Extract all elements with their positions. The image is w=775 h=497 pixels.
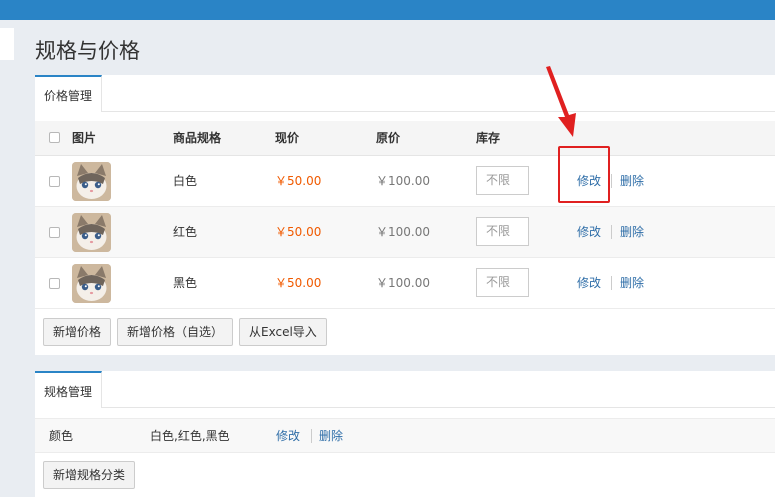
add-spec-category-button[interactable]: 新增规格分类	[43, 461, 136, 489]
row-current-price: ￥50.00	[275, 174, 322, 188]
row-checkbox[interactable]	[49, 227, 60, 238]
row-checkbox[interactable]	[49, 176, 60, 187]
spec-tabbar: 规格管理	[35, 371, 775, 408]
spec-row: 颜色 白色,红色,黑色 修改 删除	[35, 418, 775, 453]
row-spec: 白色	[173, 174, 198, 188]
price-tabbar: 价格管理	[35, 75, 775, 112]
cat-photo-icon	[72, 264, 111, 303]
select-all-checkbox[interactable]	[49, 132, 60, 143]
stock-input[interactable]: 不限	[476, 217, 529, 246]
stock-input[interactable]: 不限	[476, 268, 529, 297]
row-spec: 红色	[173, 225, 198, 239]
row-checkbox[interactable]	[49, 278, 60, 289]
price-table-header: 图片 商品规格 现价 原价 库存	[35, 121, 775, 156]
spec-edit-link[interactable]: 修改	[276, 419, 300, 453]
import-excel-button[interactable]: 从Excel导入	[239, 318, 327, 346]
spec-values: 白色,红色,黑色	[150, 429, 230, 443]
edit-link[interactable]: 修改	[577, 207, 601, 257]
cat-photo-icon	[72, 162, 111, 201]
column-header-stock: 库存	[476, 131, 501, 145]
row-current-price: ￥50.00	[275, 225, 322, 239]
column-header-spec: 商品规格	[173, 131, 222, 145]
column-header-current-price: 现价	[275, 131, 300, 145]
add-price-custom-button[interactable]: 新增价格（自选）	[117, 318, 234, 346]
stock-input[interactable]: 不限	[476, 166, 529, 195]
edit-highlight-box	[558, 146, 610, 203]
top-bar	[0, 0, 775, 20]
spec-management-panel: 规格管理 颜色 白色,红色,黑色 修改 删除 新增规格分类	[35, 371, 775, 497]
add-price-button[interactable]: 新增价格	[43, 318, 112, 346]
column-header-image: 图片	[72, 131, 97, 145]
spec-delete-link[interactable]: 删除	[319, 419, 343, 453]
row-original-price: ￥100.00	[376, 276, 430, 290]
tab-spec-management[interactable]: 规格管理	[35, 371, 103, 408]
link-divider	[311, 429, 312, 443]
delete-link[interactable]: 删除	[620, 207, 644, 257]
page-title: 规格与价格	[35, 39, 140, 63]
row-original-price: ￥100.00	[376, 225, 430, 239]
table-row: 黑色 ￥50.00 ￥100.00 不限 修改 删除	[35, 258, 775, 309]
edit-link[interactable]: 修改	[577, 258, 601, 308]
link-divider	[611, 225, 612, 239]
column-header-original-price: 原价	[376, 131, 401, 145]
table-row: 白色 ￥50.00 ￥100.00 不限 修改 删除	[35, 156, 775, 207]
delete-link[interactable]: 删除	[620, 258, 644, 308]
red-arrow-icon	[546, 66, 576, 137]
table-row: 红色 ￥50.00 ￥100.00 不限 修改 删除	[35, 207, 775, 258]
cat-photo-icon	[72, 213, 111, 252]
row-original-price: ￥100.00	[376, 174, 430, 188]
delete-link[interactable]: 删除	[620, 156, 644, 206]
spec-name: 颜色	[49, 429, 74, 443]
link-divider	[611, 174, 612, 188]
row-current-price: ￥50.00	[275, 276, 322, 290]
tab-price-management[interactable]: 价格管理	[35, 75, 103, 112]
link-divider	[611, 276, 612, 290]
row-spec: 黑色	[173, 276, 198, 290]
price-management-panel: 价格管理 图片 商品规格 现价 原价 库存 白色 ￥50.00 ￥100.00 …	[35, 75, 775, 355]
sidebar-edge	[0, 28, 14, 60]
